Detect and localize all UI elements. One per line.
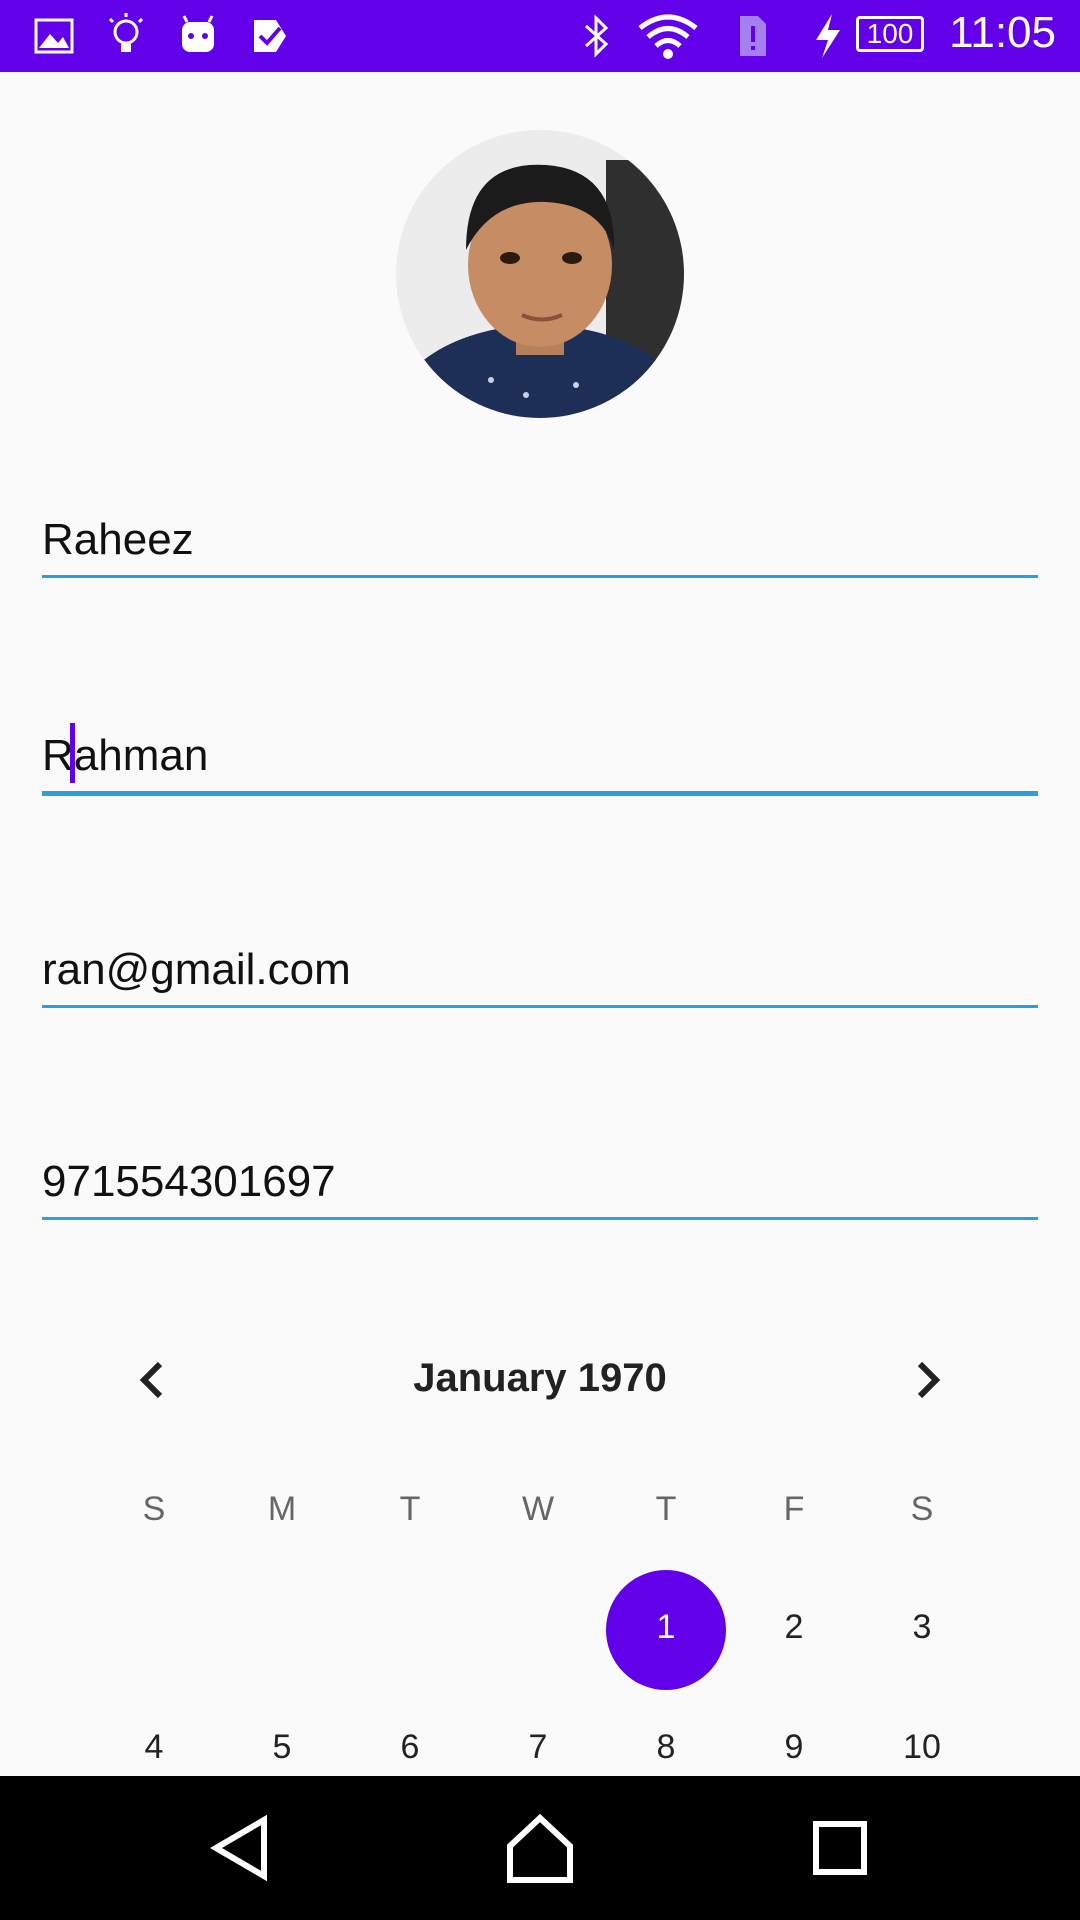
email-value: ran@gmail.com: [42, 945, 351, 994]
sim-alert-icon: [740, 16, 766, 56]
phone-value: 971554301697: [42, 1157, 336, 1206]
weekday-label: T: [399, 1490, 421, 1528]
weekday-label: S: [142, 1490, 166, 1528]
avatar-photo: [396, 130, 684, 418]
phone-field[interactable]: 971554301697: [42, 1144, 1038, 1220]
weekday-label: F: [783, 1490, 805, 1528]
first-name-value: Raheez: [42, 515, 194, 564]
calendar-header: January 1970: [0, 1340, 1080, 1420]
date-picker-calendar: January 1970 S M T W T F S 1 2 3 4 5 6 7…: [0, 1340, 1080, 1780]
calendar-day[interactable]: 9: [730, 1728, 858, 1767]
home-icon[interactable]: [500, 1808, 580, 1888]
calendar-day[interactable]: 2: [730, 1608, 858, 1647]
weekday-label: M: [267, 1490, 297, 1528]
calendar-day[interactable]: 3: [858, 1608, 986, 1647]
system-navigation-bar: [0, 1776, 1080, 1920]
wifi-icon: [638, 14, 698, 59]
lightbulb-icon: [108, 13, 144, 52]
last-name-field[interactable]: Rahman: [42, 720, 1038, 796]
battery-level: 100: [856, 16, 924, 52]
weekday-label: T: [655, 1490, 677, 1528]
avatar[interactable]: [396, 130, 684, 418]
calendar-day[interactable]: 5: [218, 1728, 346, 1767]
task-check-icon: [254, 20, 286, 52]
image-icon: [34, 18, 74, 54]
status-bar: 100 11:05: [0, 0, 1080, 72]
next-month-button[interactable]: [896, 1350, 956, 1410]
recents-icon[interactable]: [800, 1808, 880, 1888]
last-name-value: Rahman: [42, 731, 209, 780]
email-field[interactable]: ran@gmail.com: [42, 932, 1038, 1008]
calendar-day[interactable]: 4: [90, 1728, 218, 1767]
charging-icon: [816, 14, 840, 58]
calendar-day[interactable]: 8: [602, 1728, 730, 1767]
status-time: 11:05: [949, 8, 1056, 57]
text-cursor: [70, 723, 75, 783]
bluetooth-icon: [584, 14, 609, 58]
calendar-day[interactable]: 1: [602, 1608, 730, 1647]
weekday-header-row: S M T W T F S: [90, 1490, 990, 1540]
weekday-label: W: [521, 1490, 555, 1528]
android-icon: [182, 15, 214, 52]
battery-icon: 100: [856, 16, 926, 56]
calendar-day[interactable]: 7: [474, 1728, 602, 1767]
calendar-day[interactable]: 10: [858, 1728, 986, 1767]
calendar-day[interactable]: 6: [346, 1728, 474, 1767]
first-name-field[interactable]: Raheez: [42, 502, 1038, 578]
back-icon[interactable]: [200, 1808, 280, 1888]
weekday-label: S: [910, 1490, 934, 1528]
